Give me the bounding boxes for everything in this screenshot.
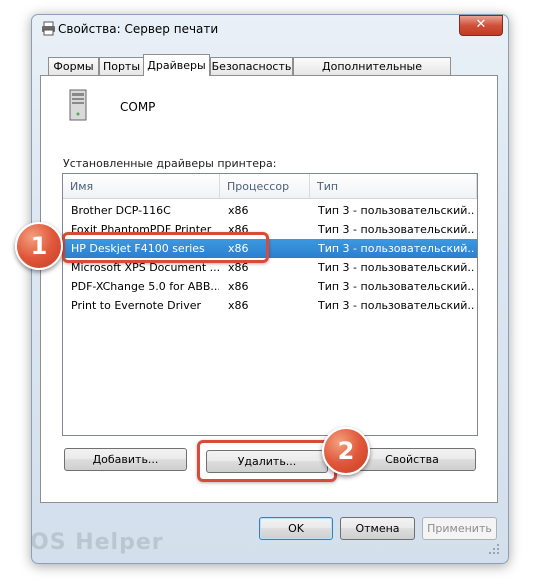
cancel-button[interactable]: Отмена: [340, 517, 415, 540]
driver-type: Тип 3 - пользовательский...: [318, 204, 475, 217]
driver-type: Тип 3 - пользовательский...: [318, 261, 475, 274]
column-header-type[interactable]: Тип: [310, 174, 477, 199]
window-title: Свойства: Сервер печати: [58, 22, 219, 36]
driver-type: Тип 3 - пользовательский...: [318, 299, 475, 312]
column-header-name[interactable]: Имя: [63, 174, 220, 199]
column-header-processor[interactable]: Процессор: [220, 174, 310, 199]
driver-type: Тип 3 - пользовательский...: [318, 223, 475, 236]
step-2-badge: 2: [322, 427, 370, 475]
tab-drivers[interactable]: Драйверы: [143, 54, 210, 76]
driver-processor: x86: [228, 280, 249, 293]
resize-grip-icon[interactable]: [487, 542, 501, 556]
watermark: OS Helper: [30, 530, 164, 555]
tab-forms[interactable]: Формы: [48, 57, 99, 75]
drivers-list[interactable]: Имя Процессор Тип Brother DCP-116C x86 Т…: [62, 173, 478, 436]
table-row[interactable]: PDF-XChange 5.0 for ABB... x86 Тип 3 - п…: [63, 277, 477, 296]
ok-button[interactable]: OK: [259, 517, 333, 540]
server-icon: [69, 89, 87, 121]
driver-name: Brother DCP-116C: [71, 204, 171, 217]
close-icon: ✕: [475, 17, 487, 32]
driver-name: PDF-XChange 5.0 for ABB...: [71, 280, 219, 293]
add-driver-button[interactable]: Добавить...: [64, 448, 187, 471]
tab-advanced[interactable]: Дополнительные параметры: [293, 57, 451, 91]
close-button[interactable]: ✕: [459, 15, 503, 36]
driver-type: Тип 3 - пользовательский...: [318, 242, 475, 255]
highlight-selected-driver: [62, 232, 269, 263]
driver-processor: x86: [228, 204, 249, 217]
highlight-remove-button: [197, 440, 337, 482]
table-row[interactable]: Print to Evernote Driver x86 Тип 3 - пол…: [63, 296, 477, 315]
driver-processor: x86: [228, 299, 249, 312]
installed-drivers-label: Установленные драйверы принтера:: [63, 157, 277, 170]
step-1-badge: 1: [15, 222, 63, 270]
driver-type: Тип 3 - пользовательский...: [318, 280, 475, 293]
table-row[interactable]: Brother DCP-116C x86 Тип 3 - пользовател…: [63, 201, 477, 220]
tab-security[interactable]: Безопасность: [210, 57, 293, 75]
driver-name: Print to Evernote Driver: [71, 299, 202, 312]
server-name: COMP: [120, 100, 156, 114]
printer-icon: [42, 21, 55, 36]
apply-button[interactable]: Применить: [422, 517, 497, 540]
tab-ports[interactable]: Порты: [99, 57, 144, 75]
